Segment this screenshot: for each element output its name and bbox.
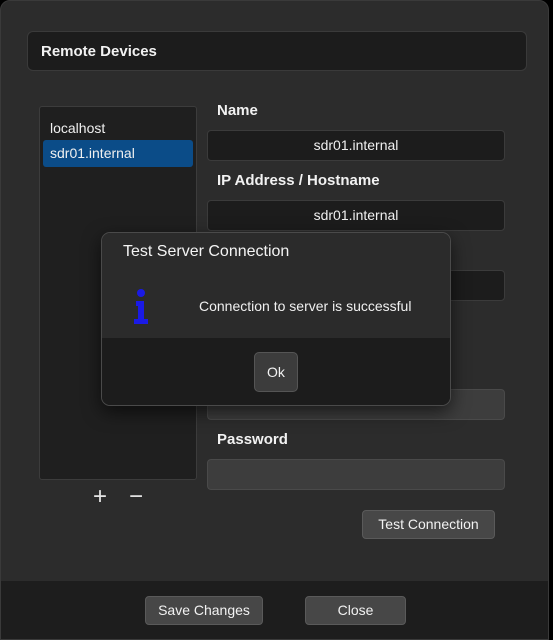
password-field[interactable] (207, 459, 505, 490)
dialog-title: Test Server Connection (123, 243, 290, 260)
device-item-localhost[interactable]: localhost (43, 115, 193, 142)
footer-bar: Save Changes Close (1, 581, 548, 639)
add-device-button[interactable]: + (89, 485, 111, 509)
dialog-body: Test Server Connection Connection to ser… (102, 233, 450, 338)
host-field[interactable]: sdr01.internal (207, 200, 505, 231)
test-connection-button[interactable]: Test Connection (362, 510, 495, 539)
header-bar: Remote Devices (27, 31, 527, 71)
name-label: Name (217, 102, 258, 119)
page-title: Remote Devices (41, 43, 157, 60)
host-label: IP Address / Hostname (217, 172, 380, 189)
save-changes-button[interactable]: Save Changes (145, 596, 263, 625)
info-icon (134, 289, 148, 324)
ok-button[interactable]: Ok (254, 352, 298, 392)
remove-device-button[interactable]: − (125, 485, 147, 509)
dialog-message: Connection to server is successful (199, 298, 412, 314)
name-field[interactable]: sdr01.internal (207, 130, 505, 161)
test-connection-dialog: Test Server Connection Connection to ser… (101, 232, 451, 406)
close-button[interactable]: Close (305, 596, 406, 625)
device-item-sdr01[interactable]: sdr01.internal (43, 140, 193, 167)
password-label: Password (217, 431, 288, 448)
